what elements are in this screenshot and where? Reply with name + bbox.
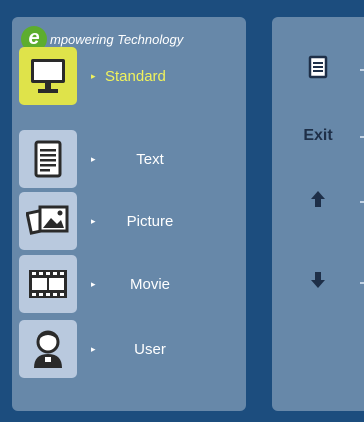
- menu-icon: [308, 55, 328, 84]
- pictures-icon: [19, 192, 77, 250]
- mode-label: Movie: [129, 275, 170, 293]
- brand-tagline: mpowering Technology: [50, 31, 184, 47]
- control-marker: [360, 201, 364, 203]
- monitor-icon: [19, 47, 77, 105]
- menu-button[interactable]: [272, 55, 364, 83]
- arrow-icon: ▸: [91, 153, 96, 164]
- arrow-icon: ▸: [91, 343, 96, 354]
- user-icon: [19, 320, 77, 378]
- mode-label: Picture: [126, 212, 174, 230]
- up-arrow-icon: [310, 190, 326, 213]
- mode-item-text[interactable]: ▸ Text: [19, 130, 239, 188]
- arrow-icon: ▸: [91, 70, 96, 81]
- control-marker: [360, 136, 364, 138]
- mode-item-standard[interactable]: ▸ Standard: [19, 47, 239, 105]
- down-arrow-icon: [310, 271, 326, 294]
- mode-item-picture[interactable]: ▸ Picture: [19, 192, 239, 250]
- film-icon: [19, 255, 77, 313]
- mode-item-user[interactable]: ▸ User: [19, 320, 239, 378]
- control-marker: [360, 282, 364, 284]
- down-button[interactable]: [272, 270, 364, 294]
- mode-item-movie[interactable]: ▸ Movie: [19, 255, 239, 313]
- document-icon: [19, 130, 77, 188]
- mode-label: User: [134, 340, 166, 358]
- mode-label: Standard: [105, 67, 166, 85]
- mode-label: Text: [136, 150, 164, 168]
- control-marker: [360, 69, 364, 71]
- up-button[interactable]: [272, 189, 364, 213]
- arrow-icon: ▸: [91, 215, 96, 226]
- controls-panel: Exit: [272, 17, 364, 411]
- arrow-icon: ▸: [91, 278, 96, 289]
- exit-button[interactable]: Exit: [272, 124, 364, 148]
